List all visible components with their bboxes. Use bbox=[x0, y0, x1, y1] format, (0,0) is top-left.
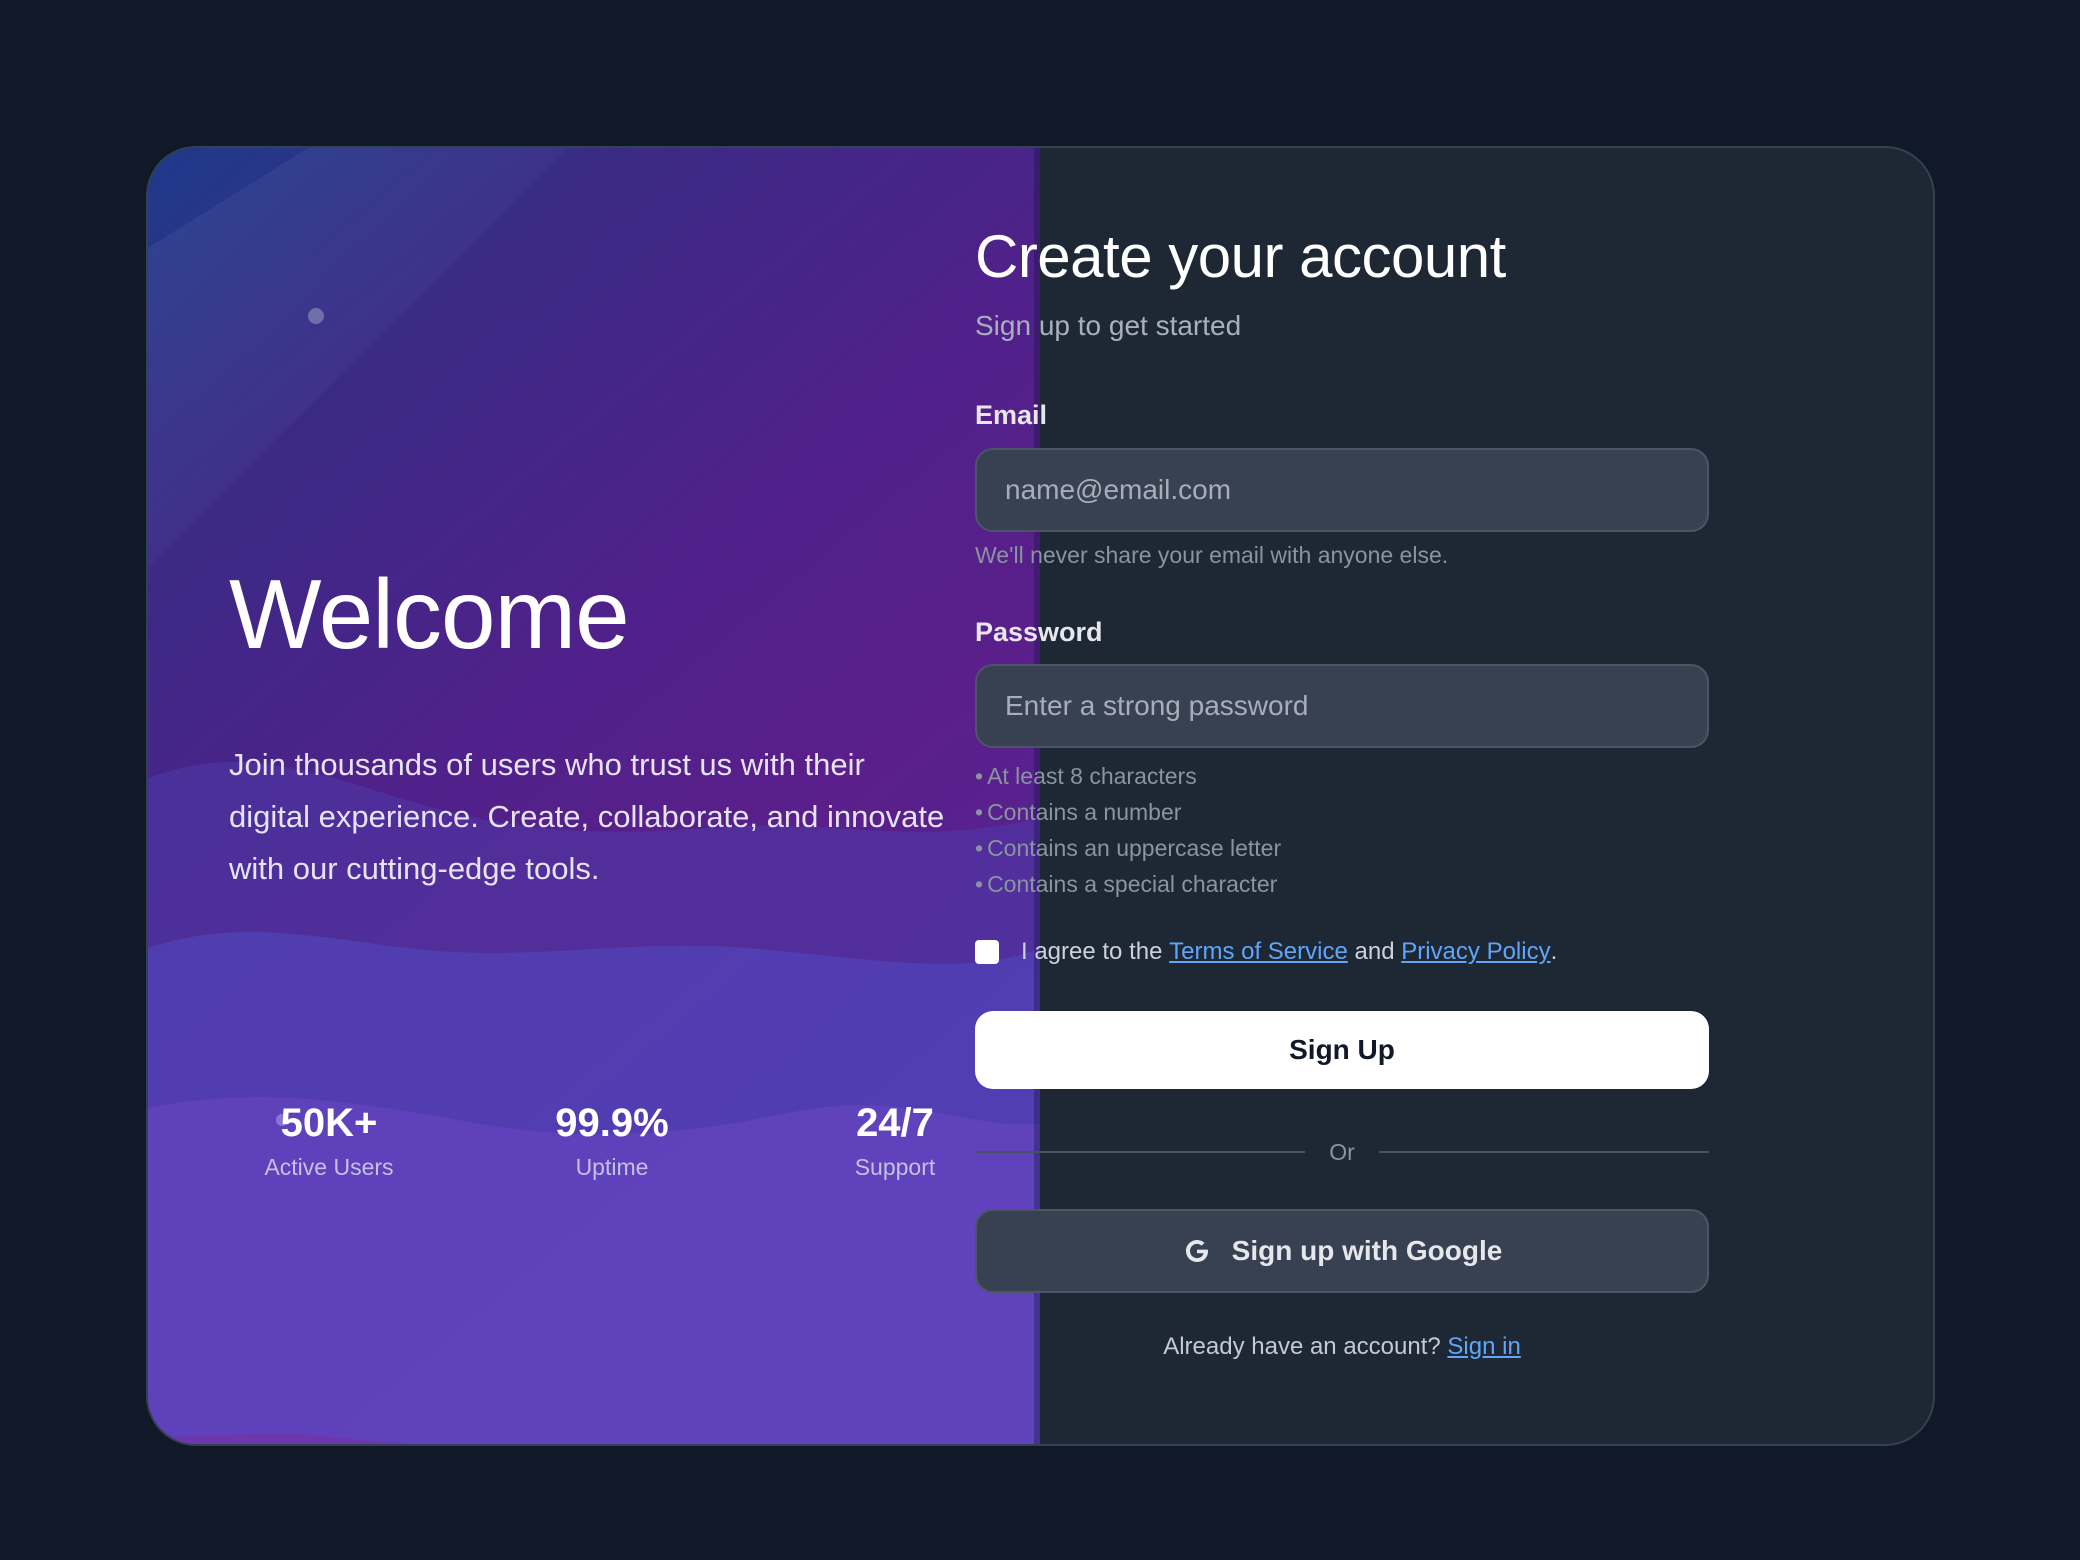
stats-row: 50K+ Active Users 99.9% Uptime 24/7 Supp… bbox=[229, 1100, 995, 1181]
password-requirements: At least 8 characters Contains a number … bbox=[975, 758, 1281, 902]
stat-value: 50K+ bbox=[280, 1101, 378, 1145]
sign-in-question: Already have an account? bbox=[1163, 1333, 1441, 1360]
stat-label: Uptime bbox=[575, 1154, 649, 1180]
terms-of-service-link[interactable]: Terms of Service bbox=[1169, 938, 1348, 966]
sign-in-link[interactable]: Sign in bbox=[1447, 1333, 1520, 1360]
agree-prefix: I agree to the bbox=[1021, 938, 1163, 965]
stat-value: 24/7 bbox=[856, 1101, 934, 1145]
password-rule: Contains an uppercase letter bbox=[975, 830, 1281, 866]
stat-active-users: 50K+ Active Users bbox=[229, 1100, 429, 1181]
stat-value: 99.9% bbox=[555, 1101, 669, 1145]
divider-label: Or bbox=[1329, 1138, 1355, 1165]
password-label: Password bbox=[975, 617, 1103, 647]
divider-line bbox=[1378, 1151, 1709, 1153]
google-sign-up-button[interactable]: Sign up with Google bbox=[975, 1209, 1709, 1293]
privacy-policy-link[interactable]: Privacy Policy bbox=[1401, 938, 1550, 966]
email-field[interactable] bbox=[975, 448, 1709, 532]
agree-middle: and bbox=[1354, 938, 1395, 965]
stat-label: Support bbox=[854, 1154, 936, 1180]
password-rule: Contains a number bbox=[975, 794, 1281, 830]
hero-title: Welcome bbox=[229, 559, 630, 669]
google-button-label: Sign up with Google bbox=[1231, 1235, 1503, 1266]
agree-suffix: . bbox=[1550, 938, 1558, 965]
form-subtitle: Sign up to get started bbox=[975, 310, 1242, 341]
form-title: Create your account bbox=[975, 223, 1506, 290]
email-label: Email bbox=[975, 400, 1048, 430]
password-rule: At least 8 characters bbox=[975, 758, 1281, 794]
password-rule: Contains a special character bbox=[975, 866, 1281, 902]
sign-in-prompt: Already have an account? Sign in bbox=[975, 1333, 1709, 1361]
stat-label: Active Users bbox=[264, 1154, 394, 1180]
stat-uptime: 99.9% Uptime bbox=[512, 1100, 712, 1181]
or-divider: Or bbox=[975, 1136, 1709, 1168]
email-hint: We'll never share your email with anyone… bbox=[975, 542, 1449, 568]
hero-panel: Welcome Join thousands of users who trus… bbox=[148, 148, 1040, 1444]
hero-tagline: Join thousands of users who trust us wit… bbox=[229, 747, 945, 886]
sign-up-button[interactable]: Sign Up bbox=[975, 1011, 1709, 1089]
password-field[interactable] bbox=[975, 664, 1709, 748]
divider-line bbox=[975, 1151, 1306, 1153]
terms-agreement: I agree to the Terms of Service and Priv… bbox=[975, 938, 1557, 966]
terms-checkbox[interactable] bbox=[975, 940, 999, 964]
stat-support: 24/7 Support bbox=[795, 1100, 995, 1181]
google-g-icon bbox=[1185, 1240, 1208, 1262]
decor-dot bbox=[308, 308, 324, 324]
